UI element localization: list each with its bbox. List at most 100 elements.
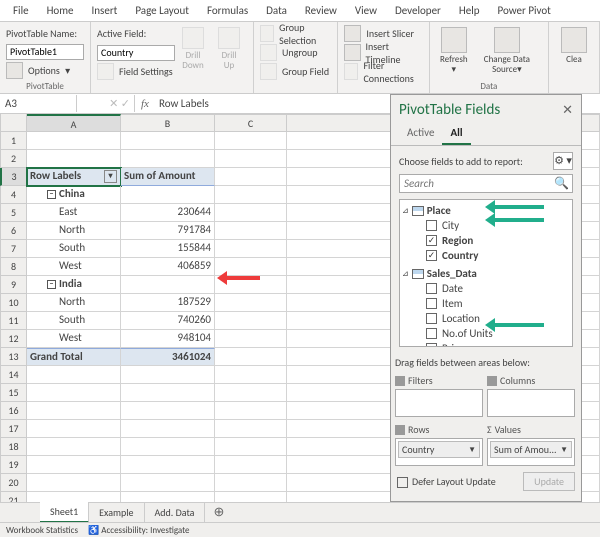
cell[interactable]: West <box>27 330 121 348</box>
tab-all[interactable]: All <box>442 123 470 145</box>
tab-powerpivot[interactable]: Power Pivot <box>489 0 560 21</box>
cell[interactable]: South <box>27 240 121 258</box>
row-header[interactable]: 5 <box>0 204 27 222</box>
search-input[interactable] <box>399 174 573 193</box>
tab-home[interactable]: Home <box>38 0 83 21</box>
row-header[interactable]: 7 <box>0 240 27 258</box>
cell[interactable] <box>121 438 215 456</box>
rows-dropzone[interactable]: Country▼ <box>395 438 483 466</box>
cell[interactable] <box>215 240 287 258</box>
sheet-tab[interactable]: Sheet1 <box>40 502 89 523</box>
cell[interactable] <box>215 420 287 438</box>
cell[interactable]: North <box>27 294 121 312</box>
clear-button[interactable]: Clea <box>555 25 593 67</box>
cell[interactable] <box>121 402 215 420</box>
cell[interactable] <box>27 384 121 402</box>
values-dropzone[interactable]: Sum of Amou...▼ <box>487 438 575 466</box>
cell[interactable]: 187529 <box>121 294 215 312</box>
tab-insert[interactable]: Insert <box>83 0 127 21</box>
checkbox-icon[interactable] <box>426 283 437 294</box>
cell[interactable]: South <box>27 312 121 330</box>
row-header[interactable]: 16 <box>0 402 27 420</box>
cell[interactable]: 948104 <box>121 330 215 348</box>
cell[interactable]: −China <box>27 186 121 204</box>
row-header[interactable]: 8 <box>0 258 27 276</box>
cell[interactable] <box>27 132 121 150</box>
cell[interactable] <box>121 384 215 402</box>
checkbox-icon[interactable] <box>426 220 437 231</box>
row-header[interactable]: 6 <box>0 222 27 240</box>
cell[interactable] <box>215 384 287 402</box>
cell[interactable] <box>215 294 287 312</box>
collapse-icon[interactable]: − <box>47 280 56 289</box>
field-country[interactable]: Country <box>402 248 570 263</box>
cell[interactable]: West <box>27 258 121 276</box>
defer-layout-checkbox[interactable]: Defer Layout Update <box>397 475 496 488</box>
tab-active[interactable]: Active <box>399 123 442 145</box>
cell[interactable] <box>121 150 215 168</box>
tab-developer[interactable]: Developer <box>386 0 450 21</box>
cell[interactable]: 791784 <box>121 222 215 240</box>
tab-file[interactable]: File <box>4 0 38 21</box>
col-header[interactable]: C <box>215 114 287 132</box>
row-header[interactable]: 17 <box>0 420 27 438</box>
changedata-button[interactable]: Change Data Source▾ <box>472 25 542 81</box>
checkbox-icon[interactable] <box>426 343 437 347</box>
checkbox-checked-icon[interactable] <box>426 250 437 261</box>
select-all-corner[interactable] <box>0 114 27 132</box>
accessibility-status[interactable]: ♿ Accessibility: Investigate <box>88 525 190 536</box>
row-header[interactable]: 13 <box>0 348 27 366</box>
collapse-icon[interactable]: − <box>47 190 56 199</box>
cell[interactable] <box>121 474 215 492</box>
row-header[interactable]: 4 <box>0 186 27 204</box>
cell[interactable] <box>215 150 287 168</box>
cell[interactable] <box>27 420 121 438</box>
cell[interactable] <box>121 186 215 204</box>
gear-icon[interactable]: ⚙ ▾ <box>553 152 573 170</box>
cell[interactable] <box>27 474 121 492</box>
cell-rowlabels[interactable]: Row Labels▾ <box>27 168 121 186</box>
row-header[interactable]: 3 <box>0 168 27 186</box>
sheet-tab[interactable]: Example <box>89 503 144 522</box>
name-box[interactable]: A3 <box>0 95 77 112</box>
cell[interactable]: 740260 <box>121 312 215 330</box>
cell[interactable] <box>27 366 121 384</box>
checkbox-icon[interactable] <box>426 328 437 339</box>
insertslicer-button[interactable]: Insert Slicer <box>366 27 414 40</box>
cell[interactable] <box>215 438 287 456</box>
cell[interactable] <box>215 366 287 384</box>
row-header[interactable]: 10 <box>0 294 27 312</box>
pivottable-name-input[interactable] <box>6 44 84 60</box>
activefield-input[interactable] <box>97 45 175 61</box>
tab-view[interactable]: View <box>346 0 386 21</box>
row-header[interactable]: 18 <box>0 438 27 456</box>
refresh-button[interactable]: Refresh▾ <box>436 25 472 81</box>
field-region[interactable]: Region <box>402 233 570 248</box>
close-icon[interactable]: ✕ <box>562 102 573 118</box>
cell[interactable] <box>27 438 121 456</box>
tab-formulas[interactable]: Formulas <box>198 0 257 21</box>
cell[interactable] <box>215 474 287 492</box>
cell[interactable] <box>215 456 287 474</box>
cell[interactable] <box>215 132 287 150</box>
add-sheet-button[interactable]: ⊕ <box>205 502 232 523</box>
filter-dropdown-icon[interactable]: ▾ <box>104 170 117 183</box>
checkbox-icon[interactable] <box>426 313 437 324</box>
cell[interactable]: Sum of Amount <box>121 168 215 186</box>
cell[interactable]: −India <box>27 276 121 294</box>
field-price[interactable]: Price <box>402 341 570 347</box>
fx-icon[interactable]: fx <box>135 96 155 112</box>
formula-text[interactable]: Row Labels <box>155 95 213 112</box>
field-item[interactable]: Item <box>402 296 570 311</box>
tab-help[interactable]: Help <box>450 0 489 21</box>
tab-data[interactable]: Data <box>257 0 296 21</box>
row-pill-country[interactable]: Country▼ <box>398 441 480 458</box>
cell[interactable] <box>27 402 121 420</box>
workbook-stats[interactable]: Workbook Statistics <box>6 525 78 536</box>
cell[interactable] <box>215 348 287 366</box>
cell[interactable] <box>215 330 287 348</box>
cell[interactable]: East <box>27 204 121 222</box>
cell[interactable] <box>215 204 287 222</box>
col-header[interactable]: B <box>121 114 215 132</box>
row-header[interactable]: 11 <box>0 312 27 330</box>
